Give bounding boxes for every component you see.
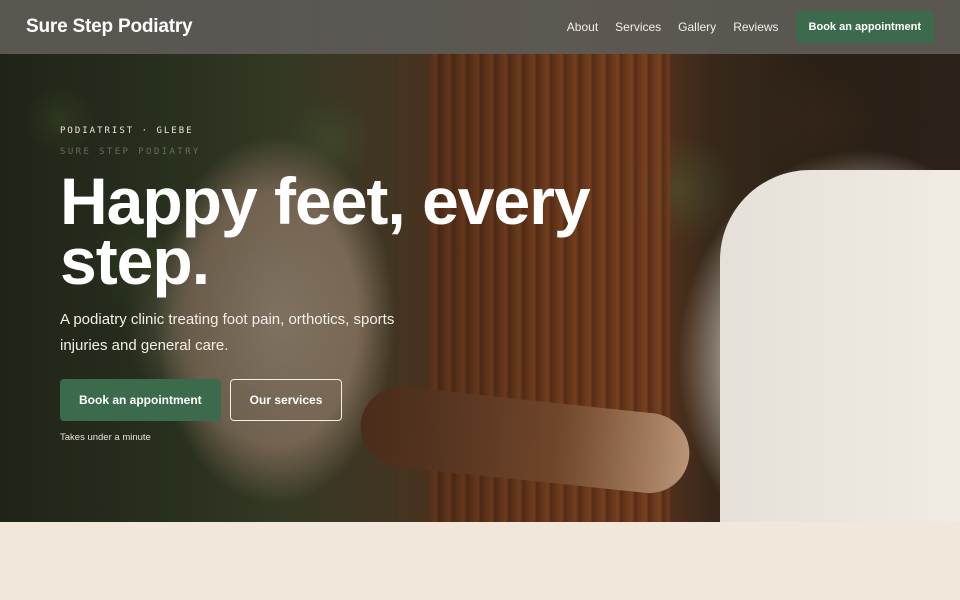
nav-link-about[interactable]: About: [567, 20, 598, 34]
nav-link-services[interactable]: Services: [615, 20, 661, 34]
next-section: [0, 522, 960, 600]
hero-description: A podiatry clinic treating foot pain, or…: [60, 311, 395, 354]
nav-book-appointment-button[interactable]: Book an appointment: [795, 11, 934, 43]
nav-links: About Services Gallery Reviews Book an a…: [550, 11, 934, 43]
hero-eyebrow-ghost: SURE STEP PODIATRY: [60, 147, 201, 157]
top-navbar: Sure Step Podiatry About Services Galler…: [0, 0, 960, 54]
hero-eyebrow: PODIATRIST · GLEBE: [60, 126, 194, 136]
hero-headline-line-2: step.: [60, 224, 210, 298]
hero-content: PODIATRIST · GLEBE SURE STEP PODIATRY Ha…: [60, 126, 660, 443]
nav-link-reviews[interactable]: Reviews: [733, 20, 778, 34]
hero-book-appointment-button[interactable]: Book an appointment: [60, 379, 221, 421]
hero-booking-note: Takes under a minute: [60, 432, 151, 443]
hero-actions: Book an appointment Our services: [60, 379, 660, 421]
hero-our-services-button[interactable]: Our services: [229, 379, 343, 421]
nav-link-gallery[interactable]: Gallery: [678, 20, 716, 34]
hero-headline: Happy feet, every step.: [60, 168, 660, 294]
brand-logo[interactable]: Sure Step Podiatry: [26, 16, 193, 38]
